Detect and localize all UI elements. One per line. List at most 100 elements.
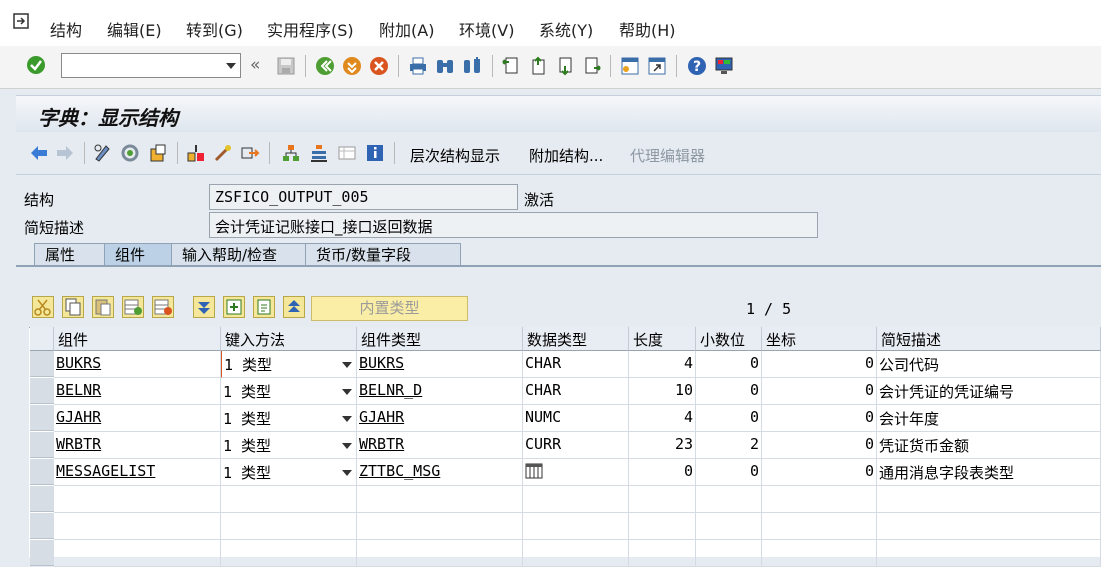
hierarchy-display-button[interactable]: 层次结构显示 xyxy=(410,145,500,166)
chevron-down-icon[interactable] xyxy=(342,470,352,476)
cell-component-type[interactable]: ZTTBC_MSG xyxy=(357,459,523,486)
collapse-button[interactable] xyxy=(283,296,305,318)
row-selector[interactable] xyxy=(30,351,54,377)
first-page-icon[interactable] xyxy=(501,56,521,76)
find-icon[interactable] xyxy=(435,56,455,76)
column-header-length[interactable]: 长度 xyxy=(629,327,696,351)
cell-short-description[interactable]: 通用消息字段表类型 xyxy=(877,459,1101,486)
navigation-window-icon[interactable] xyxy=(240,143,260,163)
structure-name-field[interactable]: ZSFICO_OUTPUT_005 xyxy=(209,184,518,210)
cell-coordinate[interactable]: 0 xyxy=(762,351,877,378)
menu-item-goto[interactable]: 转到(G) xyxy=(186,17,243,41)
chevron-down-icon[interactable] xyxy=(342,362,352,368)
cell-decimals[interactable]: 0 xyxy=(696,405,762,432)
cell-coordinate[interactable]: 0 xyxy=(762,432,877,459)
cell-data-type[interactable]: CHAR xyxy=(523,351,629,378)
paste-row-button[interactable] xyxy=(92,296,114,318)
cell-typing-method[interactable]: 1 类型 xyxy=(221,432,357,459)
cell-length[interactable]: 0 xyxy=(629,459,696,486)
tab-currency-quantity[interactable]: 货币/数量字段 xyxy=(305,243,461,266)
cell-typing-method[interactable]: 1 类型 xyxy=(221,351,357,378)
insert-row-button[interactable] xyxy=(122,296,144,318)
cut-row-button[interactable] xyxy=(32,296,54,318)
select-all-header[interactable] xyxy=(30,327,54,351)
arrow-left-icon[interactable] xyxy=(29,143,49,163)
cell-short-description[interactable]: 凭证货币金额 xyxy=(877,432,1101,459)
arrow-right-icon[interactable] xyxy=(55,143,75,163)
cell-component[interactable]: BUKRS xyxy=(54,351,221,378)
delete-row-button[interactable] xyxy=(152,296,174,318)
print-structure-button[interactable] xyxy=(253,296,275,318)
help-icon[interactable]: ? xyxy=(687,56,707,76)
builtin-type-button[interactable]: 内置类型 xyxy=(311,296,468,321)
exit-icon[interactable] xyxy=(342,56,362,76)
cell-short-description[interactable]: 会计年度 xyxy=(877,405,1101,432)
cell-length[interactable]: 4 xyxy=(629,405,696,432)
enter-check-icon[interactable] xyxy=(26,55,46,75)
object-list-icon[interactable] xyxy=(213,143,233,163)
cell-component[interactable] xyxy=(54,486,221,513)
row-selector[interactable] xyxy=(30,432,54,458)
cell-typing-method[interactable] xyxy=(221,486,357,513)
info-icon[interactable] xyxy=(365,143,385,163)
cell-component[interactable] xyxy=(54,540,221,567)
row-selector[interactable] xyxy=(30,540,54,566)
cell-coordinate[interactable]: 0 xyxy=(762,405,877,432)
expand-button[interactable] xyxy=(193,296,215,318)
column-header-component-type[interactable]: 组件类型 xyxy=(357,327,523,351)
chevron-down-icon[interactable] xyxy=(342,389,352,395)
cell-length[interactable] xyxy=(629,540,696,567)
menu-item-environment[interactable]: 环境(V) xyxy=(459,17,514,41)
row-selector[interactable] xyxy=(30,459,54,485)
save-icon[interactable] xyxy=(276,56,296,76)
next-page-icon[interactable] xyxy=(555,56,575,76)
cell-length[interactable]: 23 xyxy=(629,432,696,459)
column-header-short-description[interactable]: 简短描述 xyxy=(877,327,1101,351)
tab-input-help[interactable]: 输入帮助/检查 xyxy=(171,243,327,266)
cell-decimals[interactable] xyxy=(696,540,762,567)
structure-tree-icon[interactable] xyxy=(309,143,329,163)
cell-short-description[interactable]: 会计凭证的凭证编号 xyxy=(877,378,1101,405)
cell-component[interactable]: GJAHR xyxy=(54,405,221,432)
short-description-field[interactable]: 会计凭证记账接口_接口返回数据 xyxy=(209,212,818,238)
column-header-coordinate[interactable]: 坐标 xyxy=(762,327,877,351)
cell-data-type[interactable] xyxy=(523,513,629,540)
chevron-down-icon[interactable] xyxy=(226,63,236,69)
cell-component[interactable]: MESSAGELIST xyxy=(54,459,221,486)
cell-coordinate[interactable] xyxy=(762,540,877,567)
cell-decimals[interactable]: 0 xyxy=(696,378,762,405)
cell-component[interactable]: WRBTR xyxy=(54,432,221,459)
layout-menu-icon[interactable] xyxy=(714,56,734,76)
new-session-icon[interactable] xyxy=(620,56,640,76)
cell-data-type[interactable]: NUMC xyxy=(523,405,629,432)
cell-component-type[interactable]: BUKRS xyxy=(357,351,523,378)
cell-data-type[interactable]: CURR xyxy=(523,432,629,459)
cell-typing-method[interactable]: 1 类型 xyxy=(221,405,357,432)
cell-length[interactable] xyxy=(629,513,696,540)
cell-data-type[interactable] xyxy=(523,540,629,567)
column-header-typing-method[interactable]: 键入方法 xyxy=(221,327,357,351)
row-selector[interactable] xyxy=(30,378,54,404)
find-next-icon[interactable] xyxy=(462,56,482,76)
append-structure-button[interactable]: 附加结构... xyxy=(529,145,603,166)
copy-row-button[interactable] xyxy=(62,296,84,318)
chevron-down-icon[interactable] xyxy=(342,416,352,422)
where-used-icon[interactable] xyxy=(186,143,206,163)
menu-item-edit[interactable]: 编辑(E) xyxy=(107,17,162,41)
cell-length[interactable]: 10 xyxy=(629,378,696,405)
cell-coordinate[interactable] xyxy=(762,486,877,513)
back-icon[interactable] xyxy=(315,56,335,76)
cell-component[interactable] xyxy=(54,513,221,540)
menu-item-structure[interactable]: 结构 xyxy=(50,17,82,41)
cell-coordinate[interactable]: 0 xyxy=(762,459,877,486)
menu-item-system[interactable]: 系统(Y) xyxy=(539,17,593,41)
cell-decimals[interactable]: 0 xyxy=(696,351,762,378)
menu-item-extras[interactable]: 附加(A) xyxy=(379,17,434,41)
cell-data-type[interactable]: CHAR xyxy=(523,378,629,405)
command-field[interactable] xyxy=(61,53,241,78)
activate-icon[interactable] xyxy=(148,143,168,163)
cell-component[interactable]: BELNR xyxy=(54,378,221,405)
cell-component-type[interactable] xyxy=(357,513,523,540)
cell-typing-method[interactable] xyxy=(221,513,357,540)
menu-exit-icon[interactable] xyxy=(12,12,32,32)
